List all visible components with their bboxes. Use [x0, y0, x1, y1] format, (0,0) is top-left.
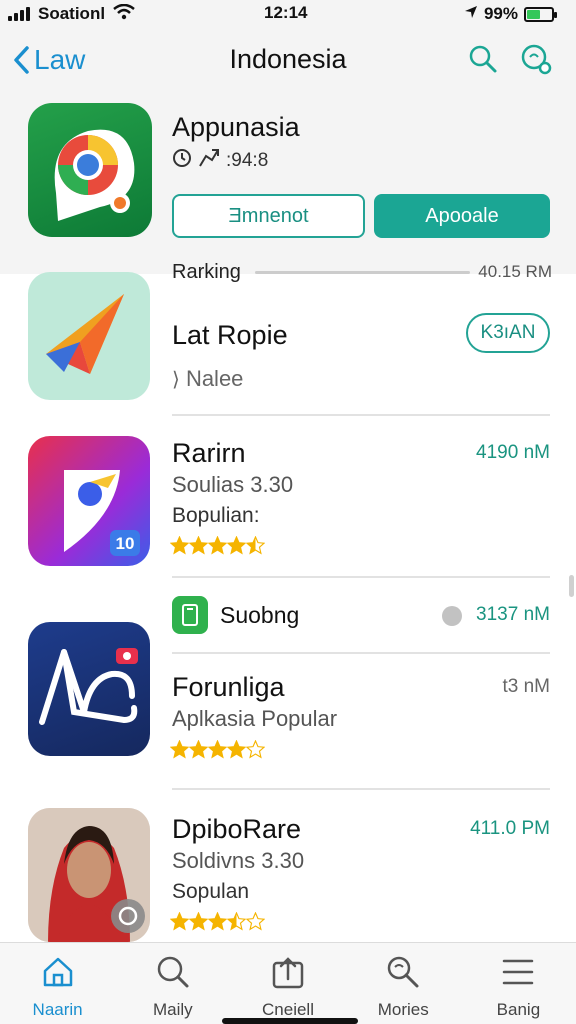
get-button-lat-ropie[interactable]: K3ıAN — [466, 313, 550, 353]
tab-label-stories: Mories — [377, 1000, 429, 1019]
home-indicator — [222, 1018, 358, 1024]
tab-home[interactable]: Naarin — [0, 943, 115, 1024]
featured-get-button[interactable]: Apooale — [374, 194, 550, 238]
app-sub-lat-ropie: ⟩ Nalee — [172, 366, 243, 392]
status-dot — [442, 606, 462, 626]
clock-icon — [172, 148, 192, 174]
tab-more[interactable]: Banig — [461, 943, 576, 1024]
status-bar: Soationl 12:14 99% — [0, 0, 576, 28]
app-title-rarirn: Rarirn — [172, 438, 246, 468]
menu-icon — [501, 955, 535, 994]
rating-stars-rarirn — [170, 536, 265, 555]
section-label: Suobng — [220, 602, 300, 628]
share-icon — [271, 955, 305, 994]
star-icon — [170, 536, 189, 555]
app-sub-text: Nalee — [185, 366, 244, 391]
chevron-left-icon — [14, 46, 29, 74]
star-icon — [227, 536, 246, 555]
app-sub2-dpiborare: Sopulan — [172, 880, 250, 903]
star-icon — [208, 912, 227, 931]
status-left: Soationl — [8, 3, 135, 25]
app-time-forunliga: t3 nM — [502, 676, 550, 697]
list-divider — [172, 576, 550, 578]
scrollbar-thumb[interactable] — [569, 575, 574, 597]
list-divider — [172, 788, 550, 790]
featured-meta-text: :94:8 — [226, 150, 269, 171]
status-right: 99% — [464, 4, 557, 24]
star-icon — [208, 740, 227, 759]
star-icon — [246, 912, 265, 931]
tab-share[interactable]: Cneiell — [230, 943, 345, 1024]
star-icon — [189, 912, 208, 931]
search-icon[interactable] — [468, 44, 498, 76]
app-badge-number: 10 — [116, 534, 135, 553]
back-button[interactable]: Law — [12, 44, 85, 76]
status-time: 12:14 — [264, 3, 308, 22]
featured-app-title: Appunasia — [172, 112, 300, 142]
star-icon — [246, 536, 265, 555]
ranking-divider — [254, 270, 471, 274]
wifi-icon — [113, 3, 135, 25]
app-title-dpiborare: DpiboRare — [172, 814, 302, 844]
share-arrow-icon — [198, 148, 220, 174]
tab-label-home: Naarin — [32, 1000, 83, 1019]
star-icon — [189, 536, 208, 555]
home-icon — [41, 955, 75, 994]
star-icon — [170, 740, 189, 759]
tab-label-more: Banig — [496, 1000, 541, 1019]
app-icon-rarirn[interactable]: 10 — [28, 436, 150, 566]
app-sub2-rarirn: Bopulian: — [172, 504, 260, 527]
featured-app-icon[interactable] — [28, 103, 152, 237]
section-time: 3137 nM — [476, 604, 550, 625]
star-icon — [189, 740, 208, 759]
tab-bar: Naarin Maily Cneiell Mories Banig — [0, 942, 576, 1024]
search-badge-icon[interactable] — [520, 44, 554, 76]
app-icon-lat-ropie[interactable] — [28, 272, 150, 400]
app-time-dpiborare: 411.0 PM — [470, 818, 550, 839]
app-title-lat-ropie: Lat Ropie — [172, 320, 288, 350]
nav-bar: Law Indonesia — [0, 28, 576, 94]
star-icon — [227, 740, 246, 759]
back-label: Law — [34, 44, 86, 75]
battery-percent: 99% — [483, 4, 518, 23]
tab-label-search: Maily — [152, 1000, 193, 1019]
phone-app-icon[interactable] — [172, 596, 208, 634]
app-icon-dpiborare[interactable] — [28, 808, 150, 942]
carrier-label: Soationl — [38, 4, 106, 23]
app-sub-dpiborare: Soldivns 3.30 — [172, 848, 305, 873]
arrow-icon: ⟩ — [172, 369, 180, 391]
app-sub-rarirn: Soulias 3.30 — [172, 472, 294, 497]
ranking-label: Rarking — [172, 260, 241, 283]
nav-actions — [468, 44, 554, 76]
star-icon — [208, 536, 227, 555]
app-time-rarirn: 4190 nM — [476, 442, 550, 463]
ranking-header: Rarking 40.15 RM — [172, 258, 552, 286]
app-icon-forunliga[interactable] — [28, 622, 150, 756]
list-divider — [172, 414, 550, 416]
app-sub-forunliga: Aplkasia Popular — [172, 706, 338, 731]
tab-stories[interactable]: Mories — [346, 943, 461, 1024]
featured-outline-button[interactable]: Ǝmnenot — [172, 194, 365, 238]
battery-fill — [527, 9, 541, 19]
search-icon — [386, 955, 420, 994]
battery-icon — [524, 6, 557, 22]
rating-stars-forunliga — [170, 740, 265, 759]
tab-label-share: Cneiell — [262, 1000, 314, 1019]
featured-app-meta: :94:8 — [172, 148, 268, 174]
signal-icon — [8, 7, 30, 21]
star-icon — [170, 912, 189, 931]
tab-search[interactable]: Maily — [115, 943, 230, 1024]
star-icon — [227, 912, 246, 931]
ranking-time: 40.15 RM — [478, 262, 552, 281]
list-divider — [172, 652, 550, 654]
search-icon — [156, 955, 190, 994]
rating-stars-dpiborare — [170, 912, 265, 931]
location-arrow-icon — [464, 4, 478, 24]
app-title-forunliga: Forunliga — [172, 672, 285, 702]
header-area: Law Indonesia Appunasia:94:8 Ǝmnenot Ap… — [0, 28, 576, 274]
star-icon — [246, 740, 265, 759]
